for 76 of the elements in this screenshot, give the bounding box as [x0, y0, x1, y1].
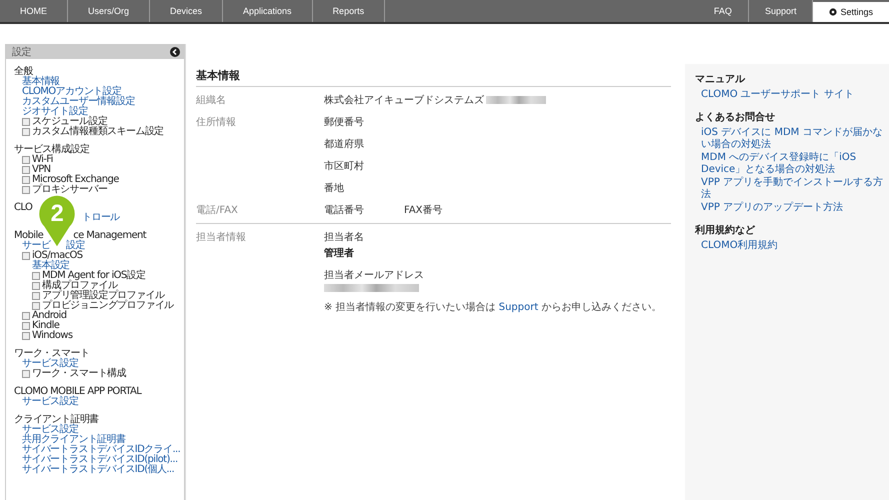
nav-tab[interactable]: FAQ	[698, 0, 749, 22]
nav-tab[interactable]: Applications	[223, 0, 313, 22]
field-caption: FAX番号	[404, 204, 443, 217]
nav-tab[interactable]: Settings	[813, 2, 889, 22]
field-label: 住所情報	[196, 116, 237, 130]
expand-icon[interactable]	[22, 252, 30, 260]
field-label: 電話/FAX	[196, 204, 239, 217]
section-title: ce Management	[73, 231, 146, 241]
sidebar-link[interactable]: サービス設定	[22, 397, 78, 407]
sidebar-link[interactable]: プロビジョニングプロファイル	[42, 301, 174, 311]
page-title: 基本情報	[196, 68, 671, 87]
section-title: ワーク・スマート	[14, 349, 90, 359]
help-link[interactable]: MDM へのデバイス登録時に「iOS Device」となる場合の対処法	[695, 152, 885, 176]
note-text: ※ 担当者情報の変更を行いたい場合は Support からお申し込みください。	[324, 300, 662, 314]
sidebar-link[interactable]: サイバートラストデバイスIDクライ...	[22, 445, 180, 455]
help-link[interactable]: VPP アプリを手動でインストールする方法	[695, 177, 885, 201]
section-title: クライアント証明書	[14, 415, 99, 425]
nav-tab[interactable]: Users/Org	[68, 0, 150, 22]
field-label: 担当者情報	[196, 230, 247, 245]
field-caption: 担当者メールアドレス	[324, 268, 424, 282]
sidebar-link[interactable]: プロキシサーバー	[32, 185, 108, 195]
help-link[interactable]: VPP アプリのアップデート方法	[695, 202, 885, 214]
section-title: サービス構成設定	[14, 145, 90, 155]
sidebar-link[interactable]: サービ	[22, 241, 50, 251]
sidebar-link[interactable]: Windows	[32, 331, 72, 341]
sidebar-link[interactable]: ジオサイト設定	[22, 107, 88, 117]
section-title: 全般	[14, 67, 33, 77]
sidebar-link[interactable]: MDM Agent for iOS設定	[42, 271, 146, 281]
sidebar-link[interactable]: VPN	[32, 165, 51, 175]
help-link[interactable]: CLOMO ユーザーサポート サイト	[695, 89, 885, 101]
field-caption: 電話番号	[324, 204, 364, 217]
sidebar-link[interactable]: Kindle	[32, 321, 60, 331]
field-value: 管理者	[324, 246, 355, 260]
sidebar-link[interactable]: 基本設定	[32, 261, 70, 271]
collapse-icon[interactable]	[170, 47, 180, 57]
sidebar-link[interactable]: カスタムユーザー情報設定	[22, 97, 135, 107]
sidebar-link[interactable]: トロール	[82, 213, 120, 223]
sidebar-link[interactable]: iOS/macOS	[32, 251, 83, 261]
field-caption: 都道府県	[324, 138, 364, 151]
sidebar-link[interactable]: カスタム情報種類スキーム設定	[32, 127, 164, 137]
sidebar-link[interactable]: Wi-Fi	[32, 155, 53, 165]
nav-tab[interactable]: Reports	[312, 0, 386, 22]
section-title: CLO	[14, 203, 32, 213]
field-caption: 市区町村	[324, 160, 364, 173]
field-label: 組織名	[196, 94, 227, 107]
sidebar-link[interactable]: スケジュール設定	[32, 117, 108, 127]
support-link[interactable]: Support	[498, 302, 538, 313]
help-heading: よくあるお問合せ	[695, 110, 776, 124]
sidebar-link[interactable]: サイバートラストデバイスID(pilot)...	[22, 455, 178, 465]
sidebar-link[interactable]: 構成プロファイル	[42, 281, 118, 291]
sidebar-link[interactable]: アプリ管理設定プロファイル	[42, 291, 164, 301]
help-heading: 利用規約など	[695, 224, 756, 237]
field-caption: 郵便番号	[324, 116, 364, 129]
sidebar-link[interactable]: サービス設定	[22, 359, 78, 369]
sidebar-link[interactable]: CLOMOアカウント設定	[22, 87, 122, 97]
sidebar-link[interactable]: Android	[32, 311, 66, 321]
sidebar-link[interactable]: 設定	[66, 241, 86, 251]
sidebar-link[interactable]: サイバートラストデバイスID(個人...	[22, 465, 174, 475]
section-title: Mobile	[14, 231, 44, 241]
nav-tab[interactable]: HOME	[0, 0, 68, 22]
settings-icon	[829, 8, 838, 16]
help-link[interactable]: CLOMO利用規約	[695, 240, 885, 252]
sidebar-link[interactable]: 共用クライアント証明書	[22, 435, 126, 445]
sidebar-link[interactable]: Microsoft Exchange	[32, 175, 119, 185]
field-caption: 株式会社アイキューブドシステムズ	[324, 94, 484, 107]
help-link[interactable]: iOS デバイスに MDM コマンドが届かない場合の対処法	[695, 127, 885, 151]
expand-icon[interactable]	[22, 370, 30, 378]
sidebar-link[interactable]: サービス設定	[22, 425, 78, 435]
section-title: CLOMO MOBILE APP PORTAL	[14, 387, 142, 397]
field-caption: 担当者名	[324, 230, 364, 244]
help-heading: マニュアル	[695, 73, 746, 86]
sidebar-link[interactable]: ワーク・スマート構成	[32, 369, 126, 379]
nav-tab[interactable]: Devices	[150, 0, 224, 22]
sidebar-link[interactable]: 基本情報	[22, 77, 60, 87]
field-caption: 番地	[324, 182, 344, 195]
sidebar-title: 設定	[12, 46, 31, 59]
